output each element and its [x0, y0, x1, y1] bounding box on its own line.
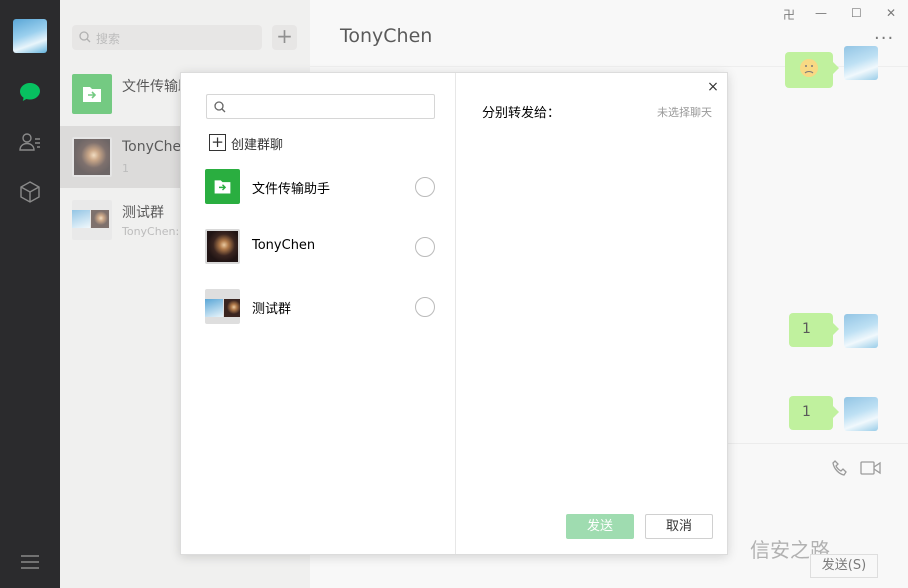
contact-name: TonyChen [252, 238, 316, 253]
mini-program-icon[interactable] [18, 180, 42, 204]
modal-search[interactable] [206, 94, 435, 119]
app-sidebar [0, 0, 60, 588]
contact-row[interactable]: TonyChen [205, 229, 437, 265]
cancel-button[interactable]: 取消 [645, 514, 713, 539]
create-group-label: 创建群聊 [231, 138, 284, 153]
contact-avatar [205, 229, 240, 264]
contact-row[interactable]: 测试群 [205, 289, 437, 325]
contact-name: 文件传输助手 [252, 182, 331, 197]
select-radio[interactable] [415, 177, 435, 197]
no-selection-text: 未选择聊天 [657, 106, 712, 119]
group-avatar [205, 289, 240, 324]
contact-row[interactable]: 文件传输助手 [205, 169, 437, 205]
modal-divider [455, 73, 456, 554]
forward-to-title: 分别转发给： [482, 106, 561, 121]
search-icon [214, 101, 226, 113]
folder-icon [214, 180, 231, 194]
file-transfer-avatar [205, 169, 240, 204]
close-icon[interactable]: × [705, 79, 721, 95]
send-button[interactable]: 发送 [566, 514, 634, 539]
select-radio[interactable] [415, 297, 435, 317]
contacts-icon[interactable] [18, 130, 42, 154]
menu-icon[interactable] [20, 554, 40, 570]
contact-name: 测试群 [252, 302, 292, 317]
user-avatar[interactable] [13, 19, 47, 53]
select-radio[interactable] [415, 237, 435, 257]
plus-icon: + [209, 134, 226, 151]
chat-icon[interactable] [18, 80, 42, 104]
forward-dialog: + 创建群聊 文件传输助手 TonyChen 测试群 分别转发给： 未选择聊天 … [180, 72, 728, 555]
contact-picker: + 创建群聊 文件传输助手 TonyChen 测试群 [181, 73, 455, 554]
modal-search-input[interactable] [231, 98, 426, 115]
